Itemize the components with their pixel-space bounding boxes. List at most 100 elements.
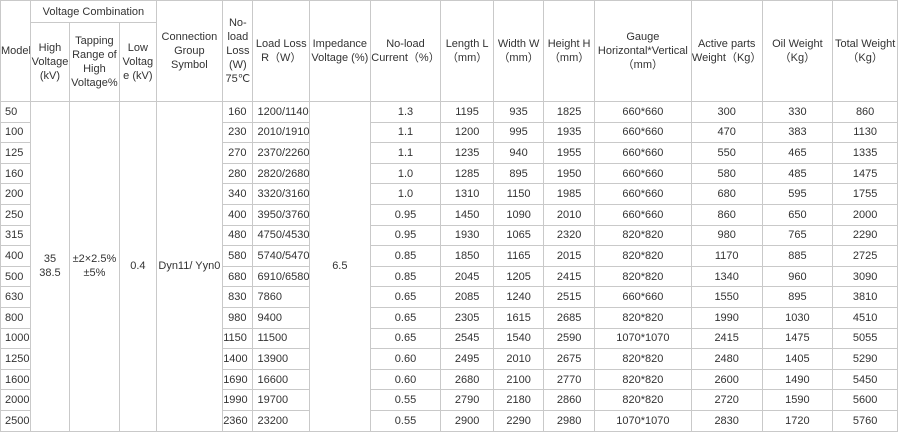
- cell-model: 500: [0, 265, 32, 288]
- cell-gauge: 660*660: [593, 101, 692, 123]
- tapping-range-value-1: ±2×2.5%: [72, 253, 117, 266]
- cell-total-weight: 3090: [832, 265, 898, 288]
- cell-active-parts-weight: 2415: [690, 327, 763, 350]
- cell-gauge: 660*660: [593, 162, 692, 185]
- cell-load-loss: 4750/4530: [252, 224, 311, 247]
- cell-oil-weight: 595: [761, 183, 834, 205]
- cell-length: 1195: [440, 101, 494, 123]
- cell-length: 1310: [440, 183, 494, 205]
- cell-oil-weight: 960: [761, 265, 834, 288]
- header-height: Height H（mm）: [543, 0, 595, 102]
- cell-gauge: 660*660: [593, 183, 692, 205]
- cell-length: 1200: [440, 121, 494, 144]
- cell-length: 1930: [440, 224, 494, 247]
- cell-height: 2415: [543, 265, 595, 288]
- cell-width: 995: [492, 121, 545, 144]
- cell-low-voltage: 0.4: [119, 101, 157, 432]
- cell-model: 50: [0, 101, 32, 123]
- cell-width: 1150: [492, 183, 545, 205]
- cell-load-loss: 23200: [252, 409, 311, 432]
- cell-width: 1205: [492, 265, 545, 288]
- cell-model: 2500: [0, 409, 32, 432]
- cell-total-weight: 5760: [832, 409, 898, 432]
- cell-width: 935: [492, 101, 545, 123]
- cell-noload-current: 0.65: [369, 286, 442, 308]
- cell-noload-current: 1.1: [369, 121, 442, 144]
- tapping-range-value-2: ±5%: [83, 267, 106, 280]
- high-voltage-value-2: 38.5: [39, 267, 61, 280]
- header-connection-group: Connection Group Symbol: [155, 0, 224, 102]
- cell-active-parts-weight: 2830: [690, 409, 763, 432]
- header-high-voltage: High Voltage (kV): [30, 22, 70, 102]
- cell-load-loss: 7860: [252, 286, 311, 308]
- cell-oil-weight: 895: [761, 286, 834, 308]
- cell-gauge: 820*820: [593, 348, 692, 370]
- cell-width: 2100: [492, 368, 545, 391]
- cell-oil-weight: 485: [761, 162, 834, 185]
- cell-total-weight: 1130: [832, 121, 898, 144]
- cell-height: 2685: [543, 306, 595, 329]
- header-noload-current: No-load Current（%）: [369, 0, 442, 102]
- cell-model: 1000: [0, 327, 32, 350]
- cell-active-parts-weight: 680: [690, 183, 763, 205]
- cell-load-loss: 2820/2680: [252, 162, 311, 185]
- cell-noload-loss: 400: [222, 203, 254, 226]
- cell-gauge: 820*820: [593, 245, 692, 267]
- cell-model: 400: [0, 245, 32, 267]
- cell-oil-weight: 383: [761, 121, 834, 144]
- header-low-voltage: Low Voltage (kV): [119, 22, 157, 102]
- cell-length: 1450: [440, 203, 494, 226]
- cell-gauge: 660*660: [593, 203, 692, 226]
- cell-noload-current: 1.0: [369, 183, 442, 205]
- cell-height: 2590: [543, 327, 595, 350]
- cell-height: 1950: [543, 162, 595, 185]
- header-active-parts-weight: Active parts Weight（Kg）: [690, 0, 763, 102]
- cell-gauge: 660*660: [593, 286, 692, 308]
- cell-load-loss: 13900: [252, 348, 311, 370]
- cell-noload-current: 0.55: [369, 409, 442, 432]
- cell-noload-current: 0.60: [369, 368, 442, 391]
- cell-noload-loss: 480: [222, 224, 254, 247]
- cell-width: 1165: [492, 245, 545, 267]
- cell-noload-loss: 680: [222, 265, 254, 288]
- cell-active-parts-weight: 2600: [690, 368, 763, 391]
- cell-noload-loss: 280: [222, 162, 254, 185]
- cell-length: 1850: [440, 245, 494, 267]
- cell-high-voltage: 35 38.5: [30, 101, 70, 432]
- cell-width: 1090: [492, 203, 545, 226]
- cell-impedance-voltage: 6.5: [309, 101, 371, 432]
- cell-noload-loss: 830: [222, 286, 254, 308]
- cell-total-weight: 5450: [832, 368, 898, 391]
- cell-total-weight: 2000: [832, 203, 898, 226]
- transformer-spec-table: Model Voltage Combination Connection Gro…: [0, 0, 898, 432]
- cell-noload-current: 0.85: [369, 245, 442, 267]
- cell-total-weight: 3810: [832, 286, 898, 308]
- cell-oil-weight: 1405: [761, 348, 834, 370]
- cell-height: 1985: [543, 183, 595, 205]
- cell-width: 2290: [492, 409, 545, 432]
- cell-total-weight: 860: [832, 101, 898, 123]
- header-gauge: Gauge Horizontal*Vertical（mm）: [593, 0, 692, 102]
- cell-length: 2045: [440, 265, 494, 288]
- cell-oil-weight: 1030: [761, 306, 834, 329]
- cell-height: 2770: [543, 368, 595, 391]
- cell-width: 2180: [492, 389, 545, 411]
- cell-noload-loss: 1150: [222, 327, 254, 350]
- cell-total-weight: 1475: [832, 162, 898, 185]
- cell-oil-weight: 885: [761, 245, 834, 267]
- cell-gauge: 660*660: [593, 142, 692, 164]
- cell-noload-current: 1.0: [369, 162, 442, 185]
- cell-active-parts-weight: 1340: [690, 265, 763, 288]
- cell-oil-weight: 1720: [761, 409, 834, 432]
- cell-oil-weight: 1590: [761, 389, 834, 411]
- cell-oil-weight: 650: [761, 203, 834, 226]
- cell-noload-loss: 340: [222, 183, 254, 205]
- cell-total-weight: 2290: [832, 224, 898, 247]
- header-impedance-voltage: Impedance Voltage (%): [309, 0, 371, 102]
- cell-active-parts-weight: 550: [690, 142, 763, 164]
- cell-height: 2015: [543, 245, 595, 267]
- cell-active-parts-weight: 2720: [690, 389, 763, 411]
- header-length: Length L（mm）: [440, 0, 494, 102]
- cell-model: 100: [0, 121, 32, 144]
- cell-height: 2980: [543, 409, 595, 432]
